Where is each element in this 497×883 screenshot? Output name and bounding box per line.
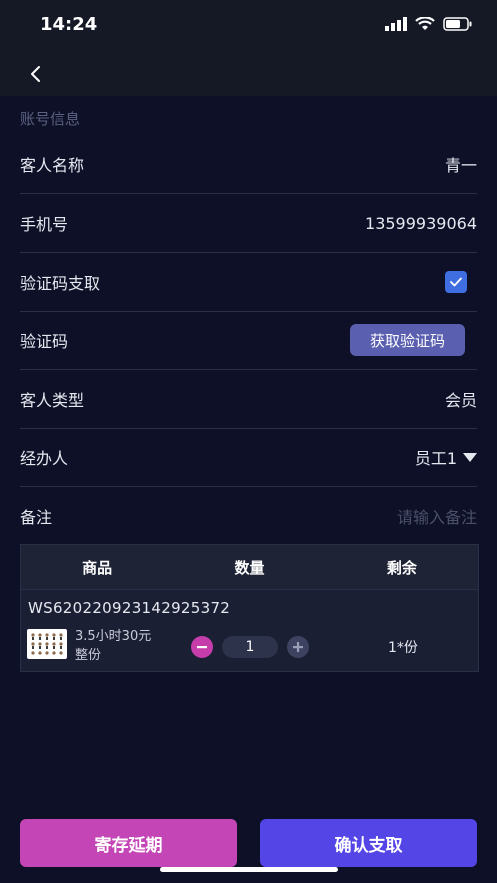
confirm-pickup-button[interactable]: 确认支取 [260, 819, 477, 867]
remark-label: 备注 [20, 508, 53, 527]
order-number: WS620220923142925372 [28, 599, 231, 617]
guest-type-label: 客人类型 [20, 391, 85, 410]
header-product: 商品 [82, 558, 113, 577]
verify-pickup-row: 验证码支取 [20, 253, 477, 312]
get-code-button[interactable]: 获取验证码 [350, 324, 465, 356]
handler-dropdown[interactable]: 员工1 [415, 445, 477, 469]
table-header: 商品 数量 剩余 [21, 545, 478, 590]
remark-row: 备注 请输入备注 [20, 487, 477, 545]
home-indicator [160, 867, 338, 872]
product-thumbnail [27, 629, 67, 659]
product-table: 商品 数量 剩余 WS620220923142925372 3.5小时30元 整… [20, 544, 479, 672]
quantity-value[interactable]: 1 [222, 636, 278, 658]
phone-row: 手机号 13599939064 [20, 194, 477, 253]
remaining-value: 1*份 [388, 640, 418, 656]
nav-bar [0, 52, 497, 96]
increase-quantity-button[interactable] [287, 636, 309, 658]
decrease-quantity-button[interactable] [191, 636, 213, 658]
verify-pickup-label: 验证码支取 [20, 274, 101, 293]
triangle-down-icon [463, 452, 477, 462]
item-name: 3.5小时30元 整份 [75, 627, 151, 665]
verify-code-row: 验证码 获取验证码 [20, 311, 477, 370]
battery-icon [443, 17, 472, 31]
signal-icon [385, 17, 407, 31]
header-quantity: 数量 [234, 558, 265, 577]
status-bar: 14:24 [0, 0, 497, 52]
status-icons [385, 17, 473, 31]
verify-code-label: 验证码 [20, 332, 69, 351]
guest-type-row: 客人类型 会员 [20, 370, 477, 429]
item-name-line2: 整份 [75, 648, 102, 663]
phone-value: 13599939064 [365, 213, 477, 233]
section-title: 账号信息 [20, 110, 81, 128]
guest-name-row: 客人名称 青一 [20, 135, 477, 194]
table-row: 3.5小时30元 整份 1 1*份 [21, 625, 478, 669]
item-name-line1: 3.5小时30元 [75, 629, 152, 644]
verify-pickup-checkbox[interactable] [445, 271, 467, 293]
handler-label: 经办人 [20, 449, 69, 468]
store-extend-button[interactable]: 寄存延期 [20, 819, 237, 867]
guest-name-value: 青一 [444, 156, 477, 175]
checkmark-icon [450, 277, 462, 287]
header-remaining: 剩余 [386, 558, 417, 577]
plus-icon [293, 642, 303, 652]
status-time: 14:24 [40, 14, 98, 35]
remark-input[interactable]: 请输入备注 [397, 504, 477, 528]
minus-icon [197, 646, 207, 649]
wifi-icon [415, 17, 435, 30]
handler-value: 员工1 [414, 449, 457, 468]
phone-label: 手机号 [20, 215, 69, 234]
product-image-icon [31, 633, 63, 655]
back-button[interactable] [24, 58, 48, 90]
chevron-left-icon [31, 66, 40, 82]
guest-type-value: 会员 [444, 391, 477, 410]
guest-name-label: 客人名称 [20, 156, 85, 175]
handler-row: 经办人 员工1 [20, 428, 477, 487]
